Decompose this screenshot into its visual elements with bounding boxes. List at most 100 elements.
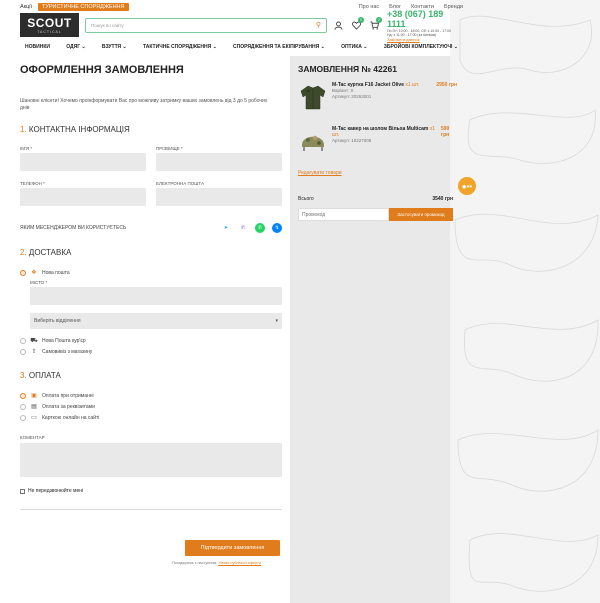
comment-textarea[interactable] [20, 443, 282, 477]
chevron-down-icon: ⌄ [212, 44, 217, 50]
nav-item-new[interactable]: НОВИНКИ [25, 44, 50, 50]
phone-number[interactable]: +38 (067) 189 1111 [387, 9, 463, 29]
main-nav: НОВИНКИ ОДЯГ ⌄ ВЗУТТЯ ⌄ ТАКТИЧНЕ СПОРЯДЖ… [20, 40, 463, 54]
item-price: 2950 грн [436, 82, 457, 88]
email-input[interactable] [156, 188, 282, 206]
item-sku: Артикул: 20263001 [332, 94, 372, 99]
phone-label: ТЕЛЕФОН * [20, 181, 45, 186]
section-number: 1. [20, 125, 27, 134]
chevron-down-icon: ⌄ [81, 44, 86, 50]
nav-label: ТАКТИЧНЕ СПОРЯДЖЕННЯ [143, 44, 212, 50]
promo-row: Промокод Застосувати промокод [298, 208, 453, 221]
terms-link[interactable]: Умови публічної оферти [218, 561, 261, 565]
total-label: Всього [298, 196, 314, 202]
radio-unselected[interactable] [20, 348, 26, 355]
item-info: M-Tac кавер на шолом Вільха Multicam x1 … [332, 126, 437, 156]
section-title-text: ДОСТАВКА [28, 248, 72, 257]
no-call-checkbox[interactable] [20, 488, 25, 494]
phone-row: ТЕЛЕФОН * ЕЛЕКТРОННА ПОШТА [20, 181, 282, 206]
radio-unselected[interactable] [20, 403, 26, 410]
nav-item-clothing[interactable]: ОДЯГ ⌄ [66, 44, 85, 50]
wishlist-heart-icon[interactable]: 0 [351, 17, 364, 30]
logo[interactable]: SCOUT TACTICAL [20, 13, 79, 37]
viber-icon[interactable]: ✆ [238, 223, 248, 233]
nav-label: НОВИНКИ [25, 44, 50, 50]
terms-prefix: Погоджуюсь з наступним: [172, 561, 218, 565]
apply-promo-button[interactable]: Застосувати промокод [389, 208, 453, 221]
chevron-down-icon: ⌄ [453, 44, 458, 50]
chat-bubble-icon: ●•• [461, 181, 473, 191]
section-title-text: ОПЛАТА [28, 371, 61, 380]
name-field-group: ІМ'Я * [20, 146, 146, 171]
search-input[interactable]: Пошук по сайту ⚲ [84, 17, 327, 33]
payment-option-cod[interactable]: ▣ Оплата при отриманні [20, 392, 282, 399]
nav-item-equipment[interactable]: СПОРЯДЖЕННЯ ТА ЕКІПІРУВАННЯ ⌄ [233, 44, 325, 50]
chevron-down-icon: ⌄ [320, 44, 325, 50]
nav-label: ОДЯГ [66, 44, 81, 50]
chat-widget-button[interactable]: ●•• [458, 177, 476, 195]
whatsapp-icon[interactable]: ✆ [255, 223, 265, 233]
radio-unselected[interactable] [20, 337, 26, 344]
promo-input[interactable]: Промокод [298, 208, 389, 221]
section-number: 3. [20, 371, 27, 380]
chevron-down-icon: ▾ [275, 318, 278, 324]
name-input[interactable] [20, 153, 146, 171]
nav-item-optics[interactable]: ОПТИКА ⌄ [341, 44, 367, 50]
surname-input[interactable] [156, 153, 282, 171]
topbar-link-sales[interactable]: Акції [20, 4, 32, 10]
edit-items-link[interactable]: Редагувати товари [298, 170, 457, 176]
delivery-option-nova-poshta[interactable]: ❖ Нова пошта [20, 269, 282, 276]
user-icon[interactable] [333, 20, 343, 30]
topbar-link-tourist-gear[interactable]: ТУРИСТИЧНЕ СПОРЯДЖЕННЯ [37, 2, 129, 11]
comment-label: КОМЕНТАР [20, 435, 45, 440]
surname-field-group: ПРІЗВИЩЕ * [156, 146, 282, 171]
telegram-icon[interactable]: ➤ [221, 223, 231, 233]
branch-select-value: Виберіть відділення [34, 318, 81, 324]
messenger-icon[interactable]: ↯ [272, 223, 282, 233]
topbar-link-about[interactable]: Про нас [359, 4, 379, 10]
item-name[interactable]: M-Tac кавер на шолом Вільха Multicam [332, 126, 428, 132]
page-title: ОФОРМЛЕННЯ ЗАМОВЛЕННЯ [20, 64, 184, 76]
no-call-label: Не передзвонюйте мені [28, 488, 84, 494]
cart-count-badge: 2 [376, 17, 382, 23]
payment-option-invoice[interactable]: ▤ Оплата за реквізитами [20, 403, 282, 410]
phone-input[interactable] [20, 188, 146, 206]
branch-select[interactable]: Виберіть відділення ▾ [30, 313, 282, 329]
delivery-option-courier[interactable]: ⛟ Нова Пошта кур'єр [20, 337, 282, 344]
helmet-cover-image [298, 126, 328, 156]
item-price: 590 грн [441, 126, 450, 138]
nova-poshta-fields: МІСТО * Виберіть відділення ▾ [30, 280, 282, 329]
search-icon[interactable]: ⚲ [316, 21, 321, 29]
messenger-row: ЯКИМ МЕСЕНДЖЕРОМ ВИ КОРИСТУЄТЕСЬ ➤ ✆ ✆ ↯ [20, 223, 282, 233]
chevron-down-icon: ⌄ [122, 44, 127, 50]
item-qty: x1 шт. [405, 82, 420, 88]
radio-selected[interactable] [20, 392, 26, 399]
city-input[interactable] [30, 287, 282, 305]
messenger-options: ➤ ✆ ✆ ↯ [221, 223, 282, 233]
item-sku: Артикул: 10227008 [332, 138, 372, 143]
section-payment-title: 3. ОПЛАТА [20, 371, 282, 380]
confirm-order-button[interactable]: Підтвердити замовлення [185, 540, 280, 556]
section-title-text: КОНТАКТНА ІНФОРМАЦІЯ [28, 125, 130, 134]
total-value: 3540 грн [432, 196, 453, 202]
name-row: ІМ'Я * ПРІЗВИЩЕ * [20, 146, 282, 171]
cart-icon[interactable]: 2 [369, 17, 382, 30]
no-call-checkbox-row[interactable]: Не передзвонюйте мені [20, 488, 282, 494]
delay-notice: Шановні клієнти! Хочемо проінформувати В… [20, 98, 268, 111]
surname-label: ПРІЗВИЩЕ * [156, 146, 183, 151]
radio-selected[interactable] [20, 269, 26, 276]
payment-option-card[interactable]: ▭ Карткою онлайн на сайті [20, 414, 282, 421]
nav-item-weapon-parts[interactable]: ЗБРОЙОВІ КОМПЛЕКТУЮЧІ ⌄ [384, 44, 458, 50]
nav-label: ОПТИКА [341, 44, 362, 50]
nav-item-tactical-gear[interactable]: ТАКТИЧНЕ СПОРЯДЖЕННЯ ⌄ [143, 44, 217, 50]
upload-box-icon: ⇧ [31, 349, 37, 355]
topographic-background [450, 0, 600, 603]
terms-note: Погоджуюсь з наступним: Умови публічної … [172, 561, 261, 565]
radio-unselected[interactable] [20, 414, 26, 421]
section-delivery-title: 2. ДОСТАВКА [20, 248, 282, 257]
phone-field-group: ТЕЛЕФОН * [20, 181, 146, 206]
checkout-form: ОФОРМЛЕННЯ ЗАМОВЛЕННЯ Шановні клієнти! Х… [20, 64, 282, 510]
delivery-option-label: Самовивіз з магазину [42, 348, 93, 355]
nav-item-footwear[interactable]: ВЗУТТЯ ⌄ [102, 44, 127, 50]
delivery-option-pickup[interactable]: ⇧ Самовивіз з магазину [20, 348, 282, 355]
